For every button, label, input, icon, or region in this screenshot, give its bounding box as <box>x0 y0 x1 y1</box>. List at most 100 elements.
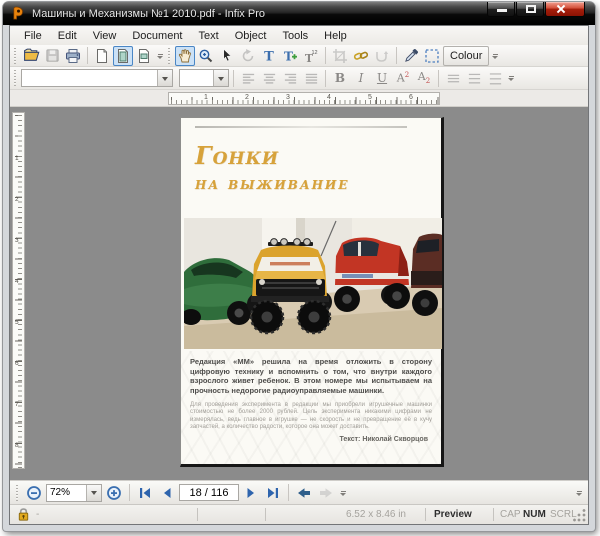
curve-arrow-icon <box>376 50 389 62</box>
eyedropper-tool-button[interactable] <box>401 46 421 66</box>
align-right-button[interactable] <box>280 68 300 88</box>
chevron-down-icon <box>162 76 168 84</box>
zoom-level-dropdown[interactable] <box>86 484 101 501</box>
menu-text[interactable]: Text <box>191 28 227 44</box>
faint-header-line <box>195 126 407 128</box>
zoom-tool-button[interactable] <box>196 46 216 66</box>
subscript-icon: A2 <box>417 70 431 86</box>
menu-edit[interactable]: Edit <box>50 28 85 44</box>
menu-view[interactable]: View <box>85 28 125 44</box>
toolbar-overflow-button[interactable] <box>338 484 348 502</box>
toolbar-overflow-button[interactable] <box>506 69 516 87</box>
toolbar-gripper[interactable] <box>15 484 19 501</box>
ruler-number: 8 <box>15 441 19 449</box>
page-fit-view-button[interactable] <box>113 45 133 66</box>
subscript-button[interactable]: A2 <box>414 68 434 88</box>
status-separator <box>265 508 266 521</box>
last-page-button[interactable] <box>263 483 283 503</box>
article-body: Для проведения эксперимента в редакции м… <box>190 402 432 431</box>
horizontal-ruler[interactable]: 1 2 3 4 5 6 <box>168 92 440 105</box>
toolbar-gripper[interactable] <box>167 47 171 64</box>
zoom-level-input[interactable] <box>47 484 86 501</box>
previous-page-button[interactable] <box>157 483 177 503</box>
caps-lock-indicator: CAP <box>500 509 521 520</box>
first-page-button[interactable] <box>135 483 155 503</box>
article-intro: Редакция «ММ» решила на время отложить в… <box>190 357 432 395</box>
page-width-view-button[interactable] <box>134 46 154 66</box>
back-arrow-icon <box>298 487 310 498</box>
history-back-button[interactable] <box>294 483 314 503</box>
page-fit-icon <box>118 48 128 63</box>
line-spacing-150-button[interactable] <box>464 68 484 88</box>
font-family-input[interactable] <box>22 70 157 86</box>
menu-help[interactable]: Help <box>316 28 355 44</box>
toolbar-overflow-button-right[interactable] <box>574 484 584 502</box>
line-spacing-double-button[interactable] <box>485 68 505 88</box>
toolbar-gripper[interactable] <box>13 70 17 86</box>
superscript-button[interactable]: A2 <box>393 68 413 88</box>
zoom-in-button[interactable] <box>104 483 124 503</box>
bold-button[interactable]: B <box>330 68 350 88</box>
line-spacing-150-icon <box>468 73 480 83</box>
vertical-ruler[interactable]: 1 2 3 4 5 6 7 8 <box>12 112 25 469</box>
text-tool-button[interactable]: T <box>259 46 279 66</box>
minimize-button[interactable] <box>487 2 515 17</box>
align-center-button[interactable] <box>259 68 279 88</box>
menu-document[interactable]: Document <box>124 28 190 44</box>
menu-file[interactable]: File <box>16 28 50 44</box>
marquee-select-button[interactable] <box>422 46 442 66</box>
select-tool-button[interactable] <box>217 46 237 66</box>
save-button[interactable] <box>42 46 62 66</box>
maximize-button[interactable] <box>516 2 544 17</box>
ruler-row: 1 2 3 4 5 6 <box>10 90 588 107</box>
hand-tool-button[interactable] <box>175 45 195 66</box>
ruler-number: 2 <box>245 94 249 101</box>
svg-text:T: T <box>284 49 293 63</box>
main-toolbar: T T T 12 Colour <box>10 45 588 67</box>
page-single-view-button[interactable] <box>92 46 112 66</box>
eyedropper-icon <box>404 48 418 62</box>
align-center-icon <box>263 73 275 84</box>
magnifier-icon <box>199 49 213 62</box>
print-icon <box>66 48 80 63</box>
align-left-button[interactable] <box>238 68 258 88</box>
align-justify-button[interactable] <box>301 68 321 88</box>
ruler-number: 6 <box>15 359 19 367</box>
reflow-tool-button[interactable] <box>372 46 392 66</box>
font-size-dropdown[interactable] <box>213 70 228 86</box>
toolbar-gripper[interactable] <box>13 47 17 64</box>
rotate-tool-button[interactable] <box>238 46 258 66</box>
menu-object[interactable]: Object <box>227 28 275 44</box>
next-page-button[interactable] <box>241 483 261 503</box>
menu-tools[interactable]: Tools <box>274 28 316 44</box>
previous-page-icon <box>164 487 171 498</box>
crop-tool-button[interactable] <box>330 46 350 66</box>
toolbar-separator <box>438 69 439 87</box>
align-justify-icon <box>305 73 317 84</box>
toolbar-overflow-button[interactable] <box>490 47 500 65</box>
zoom-out-button[interactable] <box>24 483 44 503</box>
ruler-number: 3 <box>15 236 19 244</box>
italic-button[interactable]: I <box>351 68 371 88</box>
colour-button[interactable]: Colour <box>443 45 490 66</box>
add-text-tool-button[interactable]: T <box>280 46 300 66</box>
toolbar-overflow-button[interactable] <box>155 47 165 65</box>
fit-text-tool-button[interactable]: T 12 <box>301 46 321 66</box>
history-forward-button[interactable] <box>316 483 336 503</box>
underline-button[interactable]: U <box>372 68 392 88</box>
hyperlink-tool-button[interactable] <box>351 46 371 66</box>
document-canvas[interactable]: 1 2 3 4 5 6 7 8 Гонки на выживание Редак… <box>10 107 588 480</box>
title-bar[interactable]: Машины и Механизмы №1 2010.pdf - Infix P… <box>3 2 595 25</box>
print-button[interactable] <box>63 46 83 66</box>
resize-grip[interactable] <box>573 509 586 522</box>
pdf-page[interactable]: Гонки на выживание Редакция «ММ» решила … <box>180 117 444 467</box>
font-family-dropdown[interactable] <box>157 70 172 86</box>
align-left-icon <box>242 73 254 84</box>
folder-open-icon <box>23 48 39 61</box>
close-button[interactable] <box>545 2 585 17</box>
page-number-field[interactable] <box>179 484 239 501</box>
font-size-input[interactable] <box>180 70 213 86</box>
line-spacing-single-button[interactable] <box>443 68 463 88</box>
article-title-line2: на выживание <box>195 174 350 194</box>
open-button[interactable] <box>21 46 41 66</box>
